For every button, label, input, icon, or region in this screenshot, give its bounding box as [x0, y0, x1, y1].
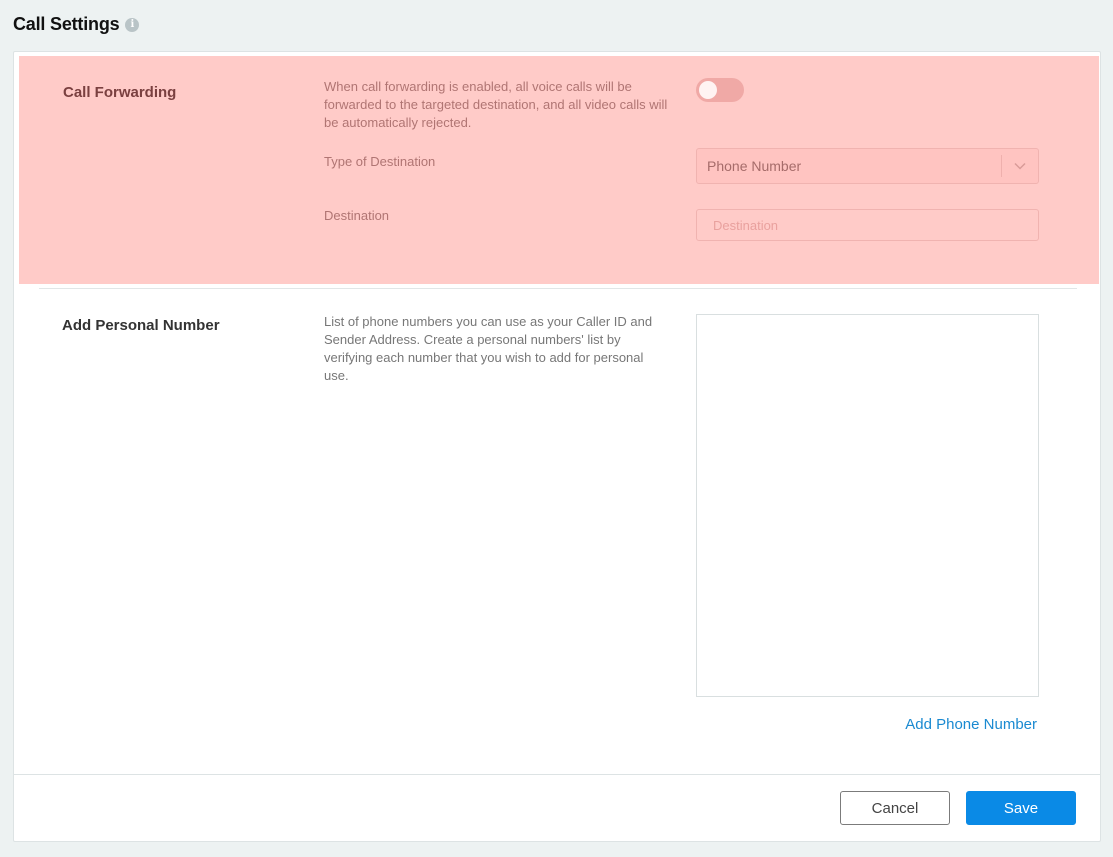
- page-title: Call Settings: [13, 13, 120, 34]
- save-button[interactable]: Save: [966, 791, 1076, 825]
- page-header: Call Settings i: [13, 12, 140, 36]
- type-of-destination-select[interactable]: Phone Number: [696, 148, 1039, 184]
- type-of-destination-value: Phone Number: [707, 158, 802, 174]
- section-divider: [39, 288, 1077, 289]
- call-forwarding-description: When call forwarding is enabled, all voi…: [324, 79, 668, 130]
- destination-label: Destination: [324, 208, 390, 223]
- settings-card: Call Forwarding When call forwarding is …: [13, 51, 1101, 842]
- call-forwarding-label: Call Forwarding: [63, 84, 177, 101]
- personal-numbers-list[interactable]: [696, 314, 1039, 697]
- footer: Cancel Save: [14, 774, 1100, 841]
- cancel-button[interactable]: Cancel: [840, 791, 950, 825]
- call-forwarding-toggle[interactable]: [696, 78, 744, 102]
- call-forwarding-section: Call Forwarding When call forwarding is …: [19, 56, 1099, 284]
- type-of-destination-label: Type of Destination: [324, 154, 436, 169]
- add-phone-number-link[interactable]: Add Phone Number: [905, 716, 1037, 733]
- destination-input[interactable]: [696, 209, 1039, 241]
- add-personal-number-description: List of phone numbers you can use as you…: [324, 314, 653, 383]
- toggle-knob: [699, 81, 717, 99]
- add-personal-number-label: Add Personal Number: [62, 317, 220, 334]
- chevron-down-icon[interactable]: [1002, 162, 1038, 170]
- info-icon[interactable]: i: [125, 18, 140, 32]
